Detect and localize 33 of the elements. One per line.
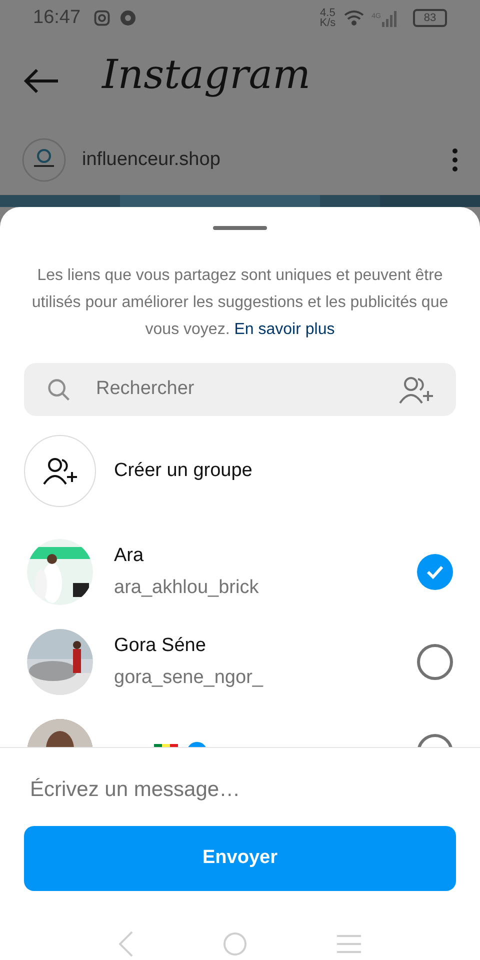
more-icon[interactable] <box>452 148 458 172</box>
account-logo-icon <box>22 138 66 182</box>
account-name[interactable]: influenceur.shop <box>82 146 220 174</box>
wifi-icon <box>344 10 364 26</box>
browser-icon <box>118 9 137 27</box>
share-notice: Les liens que vous partagez sont uniques et peuvent être utilisés pour améliorer les suggestions et les publicités que vous voyez. En savoir plus <box>30 266 450 340</box>
check-icon <box>426 565 444 579</box>
camera-icon <box>92 9 111 27</box>
learn-more-link[interactable]: En savoir plus <box>234 321 335 338</box>
create-group-label: Créer un groupe <box>114 458 252 483</box>
clock: 16:47 <box>33 6 81 30</box>
battery-indicator: 83 <box>413 9 447 27</box>
back-icon[interactable] <box>24 68 60 94</box>
select-radio[interactable] <box>417 644 453 680</box>
contact-row[interactable]: Ara ara_akhlou_brick <box>0 527 480 617</box>
signal-icon <box>381 9 397 27</box>
contact-name: Gora Séne <box>114 634 206 658</box>
search-field[interactable]: Rechercher <box>96 375 398 404</box>
message-field[interactable]: Écrivez un message… <box>30 768 450 812</box>
search-bar[interactable]: Rechercher <box>24 363 456 416</box>
select-radio[interactable] <box>417 554 453 590</box>
search-icon <box>46 376 72 402</box>
create-group-row[interactable]: Créer un groupe <box>24 435 456 507</box>
add-people-icon <box>42 456 78 486</box>
speed-value: 4.5 <box>320 8 336 18</box>
contact-row[interactable]: Gora Séne gora_sene_ngor_ <box>0 617 480 707</box>
speed-unit: K/s <box>320 18 336 28</box>
app-logo: Instagram <box>102 50 311 100</box>
drag-handle[interactable] <box>213 226 267 230</box>
contact-username: gora_sene_ngor_ <box>114 666 263 690</box>
contact-username: ara_akhlou_brick <box>114 576 259 600</box>
add-people-icon[interactable] <box>398 374 434 404</box>
contact-name: Ara <box>114 544 144 568</box>
